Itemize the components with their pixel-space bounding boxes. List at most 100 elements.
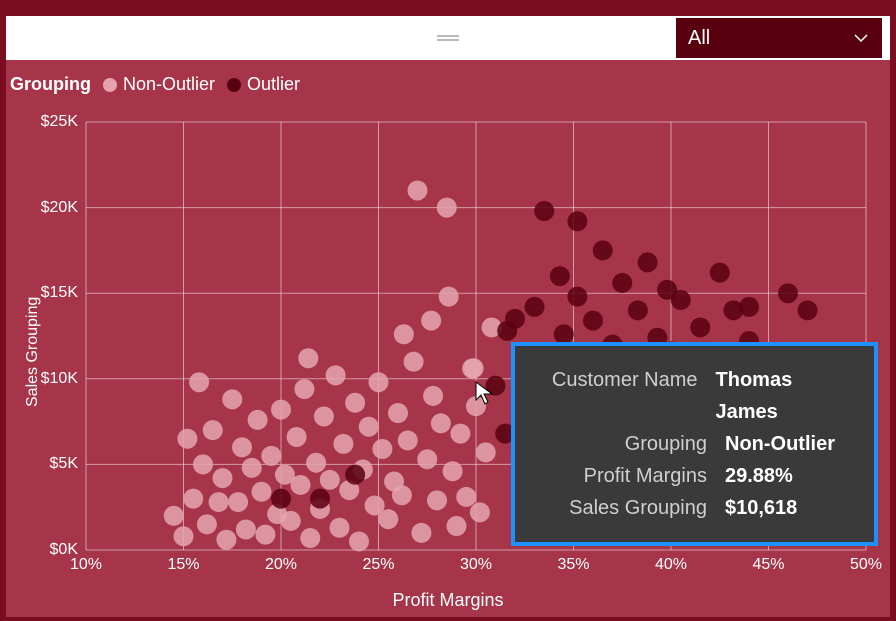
scatter-point[interactable] <box>710 263 730 283</box>
scatter-point[interactable] <box>236 519 256 539</box>
scatter-point[interactable] <box>476 442 496 462</box>
scatter-point[interactable] <box>567 211 587 231</box>
scatter-point[interactable] <box>431 413 451 433</box>
scatter-point[interactable] <box>333 434 353 454</box>
scatter-point[interactable] <box>228 492 248 512</box>
scatter-point[interactable] <box>349 531 369 551</box>
scatter-point[interactable] <box>450 424 470 444</box>
visualization-canvas: All Grouping Non-Outlier Outlier Sales G… <box>0 0 896 621</box>
scatter-point[interactable] <box>189 372 209 392</box>
scatter-point[interactable] <box>690 317 710 337</box>
scatter-point[interactable] <box>534 201 554 221</box>
scatter-point[interactable] <box>291 475 311 495</box>
scatter-point[interactable] <box>314 406 334 426</box>
x-tick-label: 25% <box>362 550 394 574</box>
scatter-point[interactable] <box>310 489 330 509</box>
scatter-point[interactable] <box>466 396 486 416</box>
scatter-point[interactable] <box>394 324 414 344</box>
scatter-point[interactable] <box>164 506 184 526</box>
tooltip-key: Sales Grouping <box>537 492 707 524</box>
scatter-point[interactable] <box>306 453 326 473</box>
scatter-point[interactable] <box>300 528 320 548</box>
scatter-point[interactable] <box>330 518 350 538</box>
scatter-point[interactable] <box>456 487 476 507</box>
scatter-point[interactable] <box>423 386 443 406</box>
scatter-point[interactable] <box>443 461 463 481</box>
x-tick-label: 20% <box>265 550 297 574</box>
scatter-point[interactable] <box>525 297 545 317</box>
scatter-point[interactable] <box>209 492 229 512</box>
scatter-point[interactable] <box>345 393 365 413</box>
scatter-point[interactable] <box>372 439 392 459</box>
scatter-point[interactable] <box>222 389 242 409</box>
scatter-point[interactable] <box>437 198 457 218</box>
tooltip-key: Customer Name <box>537 364 698 396</box>
scatter-point[interactable] <box>421 311 441 331</box>
legend-item-outlier[interactable]: Outlier <box>227 74 300 95</box>
scatter-point[interactable] <box>255 525 275 545</box>
scatter-point[interactable] <box>392 485 412 505</box>
scatter-point[interactable] <box>612 273 632 293</box>
scatter-point[interactable] <box>271 489 291 509</box>
tooltip-value: Non-Outlier <box>725 428 835 460</box>
scatter-point[interactable] <box>398 430 418 450</box>
drag-handle-icon[interactable] <box>437 33 459 43</box>
scatter-point[interactable] <box>567 287 587 307</box>
scatter-point[interactable] <box>197 514 217 534</box>
scatter-point[interactable] <box>671 290 691 310</box>
chart-legend: Grouping Non-Outlier Outlier <box>10 74 300 95</box>
scatter-point[interactable] <box>183 489 203 509</box>
scatter-point[interactable] <box>447 516 467 536</box>
scatter-point[interactable] <box>439 287 459 307</box>
scatter-point[interactable] <box>778 283 798 303</box>
scatter-point[interactable] <box>464 358 484 378</box>
scatter-point[interactable] <box>177 429 197 449</box>
scatter-point[interactable] <box>388 403 408 423</box>
scatter-point[interactable] <box>261 446 281 466</box>
scatter-point[interactable] <box>294 379 314 399</box>
scatter-point[interactable] <box>369 372 389 392</box>
scatter-point[interactable] <box>408 180 428 200</box>
tooltip-row: Sales Grouping$10,618 <box>537 492 852 524</box>
scatter-point[interactable] <box>638 252 658 272</box>
scatter-point[interactable] <box>593 240 613 260</box>
scatter-point[interactable] <box>320 470 340 490</box>
scatter-point[interactable] <box>739 297 759 317</box>
scatter-point[interactable] <box>232 437 252 457</box>
filter-dropdown-value: All <box>688 27 710 50</box>
scatter-point[interactable] <box>193 454 213 474</box>
scatter-point[interactable] <box>486 376 506 396</box>
scatter-point[interactable] <box>203 420 223 440</box>
scatter-point[interactable] <box>287 427 307 447</box>
scatter-point[interactable] <box>417 449 437 469</box>
scatter-point[interactable] <box>298 348 318 368</box>
filter-dropdown[interactable]: All <box>676 18 882 58</box>
scatter-point[interactable] <box>505 309 525 329</box>
scatter-point[interactable] <box>359 417 379 437</box>
slicer-bar: All <box>6 16 890 60</box>
scatter-point[interactable] <box>248 410 268 430</box>
scatter-point[interactable] <box>242 458 262 478</box>
legend-title: Grouping <box>10 74 91 95</box>
scatter-point[interactable] <box>470 502 490 522</box>
scatter-point[interactable] <box>213 468 233 488</box>
scatter-point[interactable] <box>427 490 447 510</box>
scatter-point[interactable] <box>345 465 365 485</box>
scatter-point[interactable] <box>326 365 346 385</box>
scatter-point[interactable] <box>174 526 194 546</box>
scatter-point[interactable] <box>798 300 818 320</box>
scatter-point[interactable] <box>404 352 424 372</box>
scatter-point[interactable] <box>281 511 301 531</box>
scatter-point[interactable] <box>411 523 431 543</box>
x-tick-label: 30% <box>460 550 492 574</box>
scatter-point[interactable] <box>252 482 272 502</box>
tooltip-value: Thomas James <box>716 364 852 428</box>
scatter-point[interactable] <box>216 530 236 550</box>
tooltip-key: Grouping <box>537 428 707 460</box>
scatter-point[interactable] <box>378 509 398 529</box>
scatter-point[interactable] <box>583 311 603 331</box>
scatter-point[interactable] <box>628 300 648 320</box>
scatter-point[interactable] <box>550 266 570 286</box>
legend-item-non-outlier[interactable]: Non-Outlier <box>103 74 215 95</box>
scatter-point[interactable] <box>271 400 291 420</box>
